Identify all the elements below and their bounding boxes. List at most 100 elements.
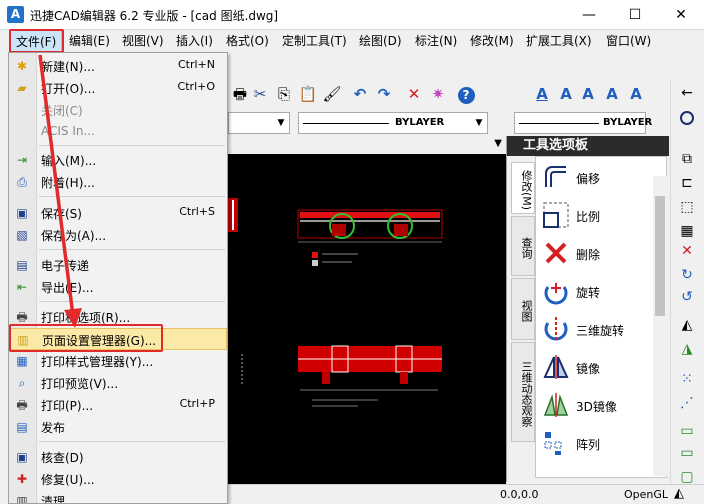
menu-item-acis-in[interactable]: ACIS In... [9,121,227,143]
move-icon[interactable]: ▭ [676,420,698,442]
tool-array[interactable]: 阵列 [540,425,660,461]
menu-item-label: 新建(N)... [41,60,95,74]
text-find-icon[interactable]: A [578,84,598,104]
3d-rotate-icon[interactable]: ↺ [676,286,698,308]
paste-icon[interactable]: 📋 [298,84,318,104]
menu-item-recover[interactable]: ✚ 修复(U)... [9,468,227,490]
maximize-button[interactable]: ☐ [612,0,658,30]
menu-dimension[interactable]: 标注(N) [415,33,457,49]
tool-3d-mirror[interactable]: 3D镜像 [540,387,660,423]
tool-3d-rotate[interactable]: 三维旋转 [540,311,660,347]
menu-item-print[interactable]: 🖶 打印(P)... Ctrl+P [9,394,227,416]
text-scale-icon[interactable]: A [602,84,622,104]
menu-item-label: 打印(P)... [41,399,94,413]
tool-erase[interactable]: 删除 [540,235,660,271]
tab-dropdown-icon[interactable]: ▼ [494,138,502,149]
menu-item-label: 关闭(C) [41,104,83,118]
tool-offset[interactable]: 偏移 [540,159,660,195]
menu-draw[interactable]: 绘图(D) [359,33,402,49]
cut-icon[interactable]: ✂ [250,84,270,104]
menu-item-purge[interactable]: ▥ 清理 [9,490,227,503]
size-grip-icon[interactable]: ◭ [674,486,684,501]
print-icon[interactable]: 🖶 [230,84,250,104]
menu-extension-tools[interactable]: 扩展工具(X) [526,33,592,49]
drawing-canvas[interactable] [228,154,506,484]
rotate-icon[interactable]: ↻ [676,264,698,286]
menu-item-import[interactable]: ⇥ 输入(M)... [9,149,227,171]
new-file-icon: ✱ [16,59,28,73]
recover-icon: ✚ [16,472,28,486]
menu-separator [39,249,225,250]
offset-icon[interactable]: ⊏ [676,172,698,194]
stretch-icon[interactable]: ▭ [676,442,698,464]
match-properties-icon[interactable]: 🖌 [322,84,342,104]
print-icon: 🖶 [16,398,28,412]
menu-edit[interactable]: 编辑(E) [69,33,110,49]
menu-item-audit[interactable]: ▣ 核查(D) [9,446,227,468]
menu-item-etransmit[interactable]: ▤ 电子传递 [9,254,227,276]
menu-insert[interactable]: 插入(I) [176,33,213,49]
drawing-tab-strip: ▼ [228,136,506,154]
polar-array-icon[interactable]: ⋰ [676,392,698,414]
menu-item-export[interactable]: ⇤ 导出(E)... [9,276,227,298]
text-align-icon[interactable]: A [626,84,646,104]
palette-scrollbar[interactable] [653,176,667,476]
menu-item-attach[interactable]: ⎙ 附着(H)... [9,171,227,193]
erase-icon[interactable]: ✕ [676,240,698,262]
lineweight-combo[interactable]: BYLAYER [514,112,652,134]
menu-item-new[interactable]: ✱ 新建(N)... Ctrl+N [9,55,227,77]
scale-icon[interactable]: ⬚ [676,196,698,218]
tool-scale[interactable]: 比例 [540,197,660,233]
copy-object-icon[interactable]: ⧉ [676,148,698,170]
minimize-button[interactable]: — [566,0,612,30]
array-icon[interactable]: ▦ [676,220,698,242]
help-icon[interactable]: ? [456,84,476,104]
menu-item-shortcut: Ctrl+S [179,205,215,218]
explode-icon[interactable]: ✷ [428,84,448,104]
mirror-icon[interactable]: ◭ [676,314,698,336]
redo-icon[interactable]: ↷ [374,84,394,104]
tab-3d-orbit[interactable]: 三维动态观察 [511,342,535,442]
undo-icon[interactable]: ↶ [350,84,370,104]
arc-icon[interactable] [676,110,698,132]
export-icon: ⇤ [16,280,28,294]
scrollbar-thumb[interactable] [655,196,665,316]
text-style-icon[interactable]: A [532,84,552,104]
linetype-combo[interactable]: BYLAYER ▼ [298,112,488,134]
menu-custom-tools[interactable]: 定制工具(T) [282,33,347,49]
menu-modify[interactable]: 修改(M) [470,33,514,49]
menu-item-plot-style-manager[interactable]: ▦ 打印样式管理器(Y)... [9,350,227,372]
offset-icon [545,166,566,187]
scale-icon [543,202,569,228]
delete-icon[interactable]: ✕ [404,84,424,104]
tool-mirror[interactable]: 镜像 [540,349,660,385]
palette-tabs: 修改(M) 查询 视图 三维动态观察 [511,156,535,478]
palette-title: 工具选项板 [507,136,669,156]
menu-item-open[interactable]: ▰ 打开(O)... Ctrl+O [9,77,227,99]
array-grid-icon[interactable]: ⁙ [676,368,698,390]
layer-combo[interactable]: ▼ [228,112,290,134]
menu-format[interactable]: 格式(O) [226,33,269,49]
tool-label: 3D镜像 [576,400,617,414]
attach-icon: ⎙ [17,175,27,189]
text-edit-icon[interactable]: A [556,84,576,104]
highlight-page-setup [9,324,163,352]
menu-item-print-preview[interactable]: ⌕ 打印预览(V)... [9,372,227,394]
array-icon [544,432,562,455]
menu-item-label: 附着(H)... [41,176,95,190]
tab-query[interactable]: 查询 [511,216,535,276]
menu-item-publish[interactable]: ▤ 发布 [9,416,227,438]
menu-item-close[interactable]: 关闭(C) [9,99,227,121]
menu-item-label: 修复(U)... [41,473,95,487]
close-button[interactable]: ✕ [658,0,704,30]
3d-mirror-icon[interactable]: ◮ [676,338,698,360]
menu-item-save[interactable]: ▣ 保存(S) Ctrl+S [9,202,227,224]
tool-rotate[interactable]: 旋转 [540,273,660,309]
copy-icon[interactable]: ⎘ [274,84,294,104]
tab-modify[interactable]: 修改(M) [511,162,535,214]
toolbar-handle-icon[interactable]: ← [676,82,698,104]
menu-view[interactable]: 视图(V) [122,33,164,49]
tab-view[interactable]: 视图 [511,278,535,340]
menu-item-save-as[interactable]: ▧ 保存为(A)... [9,224,227,246]
menu-window[interactable]: 窗口(W) [606,33,651,49]
